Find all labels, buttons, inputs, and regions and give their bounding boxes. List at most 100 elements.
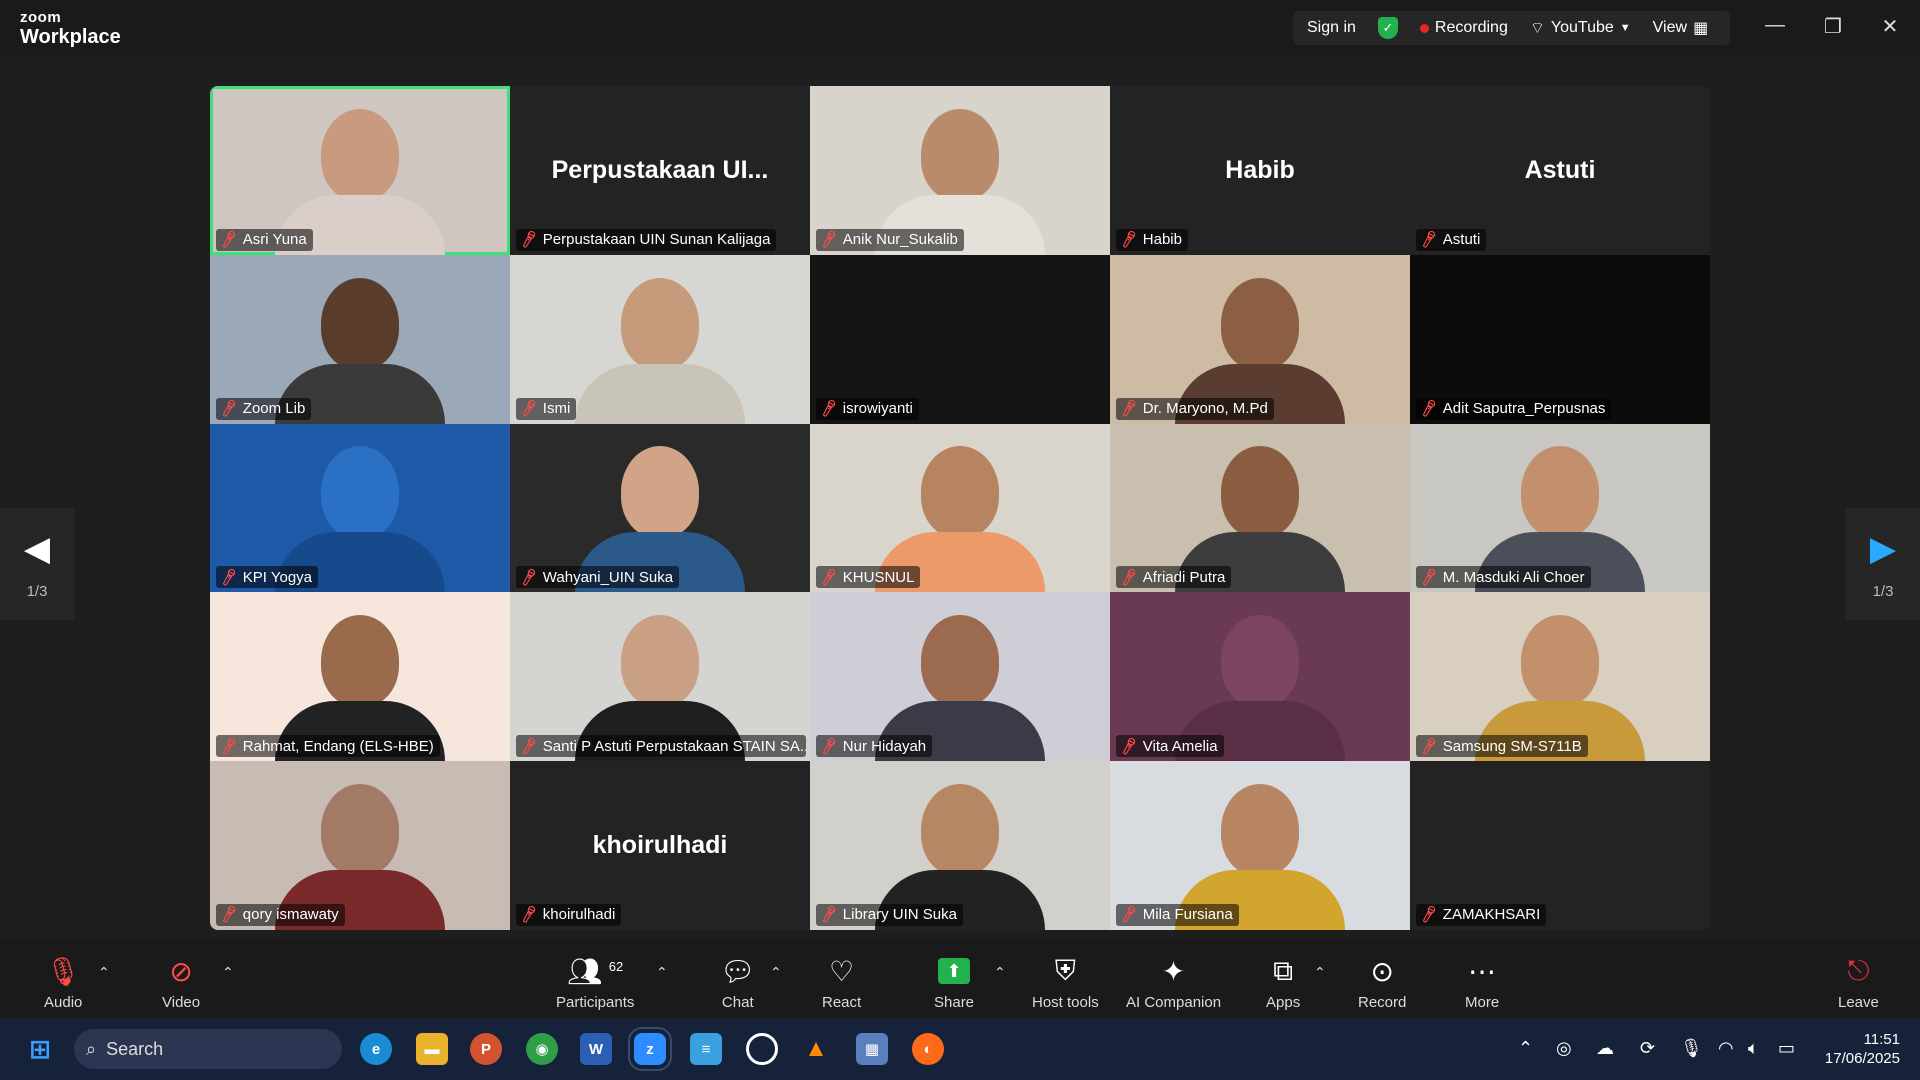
calendar-app-icon[interactable]: ▦ — [856, 1033, 888, 1065]
zoom-taskbar-icon[interactable]: z — [628, 1027, 672, 1071]
wifi-icon[interactable]: ◠ — [1718, 1038, 1734, 1059]
participant-tile[interactable]: 🎤︎ Zoom Lib — [210, 254, 510, 424]
participant-tile[interactable]: 🎤︎ KHUSNUL — [810, 423, 1110, 593]
previous-page-button[interactable]: ◀ 1/3 — [0, 508, 74, 620]
restore-icon[interactable]: ❐ — [1818, 14, 1848, 39]
participant-tile[interactable]: 🎤︎ ZAMAKHSARI — [1410, 761, 1710, 930]
chat-label: Chat — [721, 994, 754, 1011]
edge-icon[interactable]: e — [360, 1033, 392, 1065]
participants-button[interactable]: 👥︎ 62 Participants — [556, 954, 635, 1012]
share-caret-icon[interactable]: ⌃ — [994, 964, 1006, 981]
obs-icon[interactable] — [746, 1033, 778, 1065]
participant-name: qory ismawaty — [242, 906, 339, 924]
record-button[interactable]: ⊙ Record — [1358, 954, 1406, 1012]
participant-name-label: 🎤︎ Library UIN Suka — [816, 903, 963, 926]
next-page-button[interactable]: ▶ 1/3 — [1846, 508, 1920, 620]
taskbar-clock[interactable]: 11:51 17/06/2025 — [1825, 1030, 1900, 1068]
participant-tile[interactable]: 🎤︎ Anik Nur_Sukalib — [810, 86, 1110, 255]
vlc-icon[interactable]: ▲ — [800, 1033, 832, 1065]
sign-in-button[interactable]: Sign in — [1307, 19, 1356, 37]
muted-microphone-icon: 🎤︎ — [1418, 904, 1440, 925]
participant-tile[interactable]: 🎤︎ Mila Fursiana — [1110, 761, 1410, 930]
participants-label: Participants — [556, 994, 635, 1011]
broadcast-icon: ⌔ — [1529, 20, 1545, 37]
share-button[interactable]: ⬆ Share — [934, 954, 974, 1011]
leave-button[interactable]: ⎋ Leave — [1838, 954, 1879, 1012]
participant-tile[interactable]: 🎤︎ Dr. Maryono, M.Pd — [1110, 254, 1410, 424]
cloud-icon[interactable]: ☁ — [1596, 1038, 1614, 1059]
audio-button[interactable]: 🎙︎ Audio — [44, 954, 82, 1012]
powerpoint-icon[interactable]: P — [470, 1033, 502, 1065]
view-button[interactable]: View ▦ — [1653, 18, 1709, 38]
participant-tile[interactable]: 🎤︎ Wahyani_UIN Suka — [510, 423, 810, 593]
ai-companion-button[interactable]: ✦ AI Companion — [1126, 954, 1221, 1012]
tray-overflow-icon[interactable]: ⌃ — [1518, 1038, 1533, 1059]
participant-tile[interactable]: 🎤︎ KPI Yogya — [210, 423, 510, 593]
muted-microphone-icon: 🎤︎ — [218, 229, 240, 250]
participant-name: KHUSNUL — [842, 568, 915, 586]
apps-button[interactable]: ⧉ Apps — [1266, 954, 1300, 1012]
participant-name-label: 🎤︎ ZAMAKHSARI — [1416, 903, 1547, 926]
participant-tile[interactable]: 🎤︎ Asri Yuna — [210, 86, 510, 255]
chat-button[interactable]: 💬︎ Chat — [720, 954, 756, 1012]
participant-tile[interactable]: Habib 🎤︎ Habib — [1110, 86, 1410, 255]
more-button[interactable]: ⋯ More — [1465, 954, 1499, 1012]
participant-name: ZAMAKHSARI — [1442, 906, 1541, 924]
apps-caret-icon[interactable]: ⌃ — [1314, 964, 1326, 981]
host-tools-button[interactable]: ⛨ Host tools — [1032, 954, 1099, 1012]
host-tools-label: Host tools — [1032, 994, 1099, 1011]
recording-indicator[interactable]: Recording — [1419, 19, 1508, 37]
volume-icon[interactable]: 🔈︎ — [1748, 1038, 1759, 1059]
microphone-tray-icon[interactable]: 🎙︎ — [1680, 1038, 1703, 1059]
video-options-caret-icon[interactable]: ⌃ — [222, 964, 234, 981]
firefox-icon[interactable]: ◐ — [912, 1033, 944, 1065]
participant-tile[interactable]: 🎤︎ M. Masduki Ali Choer — [1410, 423, 1710, 593]
minimize-icon[interactable]: — — [1760, 14, 1790, 37]
participant-tile[interactable]: khoirulhadi 🎤︎ khoirulhadi — [510, 761, 810, 930]
participant-tile[interactable]: 🎤︎ Library UIN Suka — [810, 761, 1110, 930]
participants-caret-icon[interactable]: ⌃ — [656, 964, 668, 981]
audio-options-caret-icon[interactable]: ⌃ — [98, 964, 110, 981]
participant-name: Library UIN Suka — [842, 906, 957, 924]
participant-name: Astuti — [1442, 231, 1481, 249]
participant-tile[interactable]: 🎤︎ isrowiyanti — [810, 254, 1110, 424]
muted-microphone-icon: 🎤︎ — [818, 566, 840, 587]
obs-tray-icon[interactable]: ◎ — [1556, 1038, 1572, 1059]
participant-display-name: Astuti — [1524, 156, 1596, 184]
taskbar-search[interactable]: ⌕ Search — [74, 1029, 342, 1069]
muted-microphone-icon: 🎤︎ — [218, 398, 240, 419]
participant-name-label: 🎤︎ Samsung SM-S711B — [1416, 735, 1588, 758]
chat-caret-icon[interactable]: ⌃ — [770, 964, 782, 981]
chrome-icon[interactable]: ◉ — [526, 1033, 558, 1065]
participant-tile[interactable]: 🎤︎ Afriadi Putra — [1110, 423, 1410, 593]
windows-start-icon[interactable]: ⊞ — [24, 1033, 56, 1065]
participant-tile[interactable]: 🎤︎ Ismi — [510, 254, 810, 424]
participant-tile[interactable]: Astuti 🎤︎ Astuti — [1410, 86, 1710, 255]
encryption-shield-icon[interactable]: ✓ — [1377, 17, 1398, 39]
participant-tile[interactable]: 🎤︎ Samsung SM-S711B — [1410, 592, 1710, 762]
camera-off-icon: ⊘ — [169, 955, 193, 987]
video-button[interactable]: ⊘ Video — [162, 954, 200, 1012]
sync-icon[interactable]: ⟳ — [1640, 1038, 1655, 1059]
participant-video — [575, 277, 745, 424]
youtube-stream-button[interactable]: ⌔ YouTube ▼ — [1530, 18, 1631, 38]
participant-name-label: 🎤︎ Santi P Astuti Perpustakaan STAIN SA..… — [516, 735, 806, 758]
participant-tile[interactable]: Perpustakaan UI... 🎤︎ Perpustakaan UIN Sun… — [510, 86, 810, 255]
participant-name-label: 🎤︎ Mila Fursiana — [1116, 903, 1239, 926]
participant-name: Ismi — [542, 400, 571, 418]
participant-display-name: Habib — [1225, 156, 1295, 184]
participant-tile[interactable]: 🎤︎ qory ismawaty — [210, 761, 510, 930]
participant-tile[interactable]: 🎤︎ Rahmat, Endang (ELS-HBE) — [210, 592, 510, 762]
participant-name: Vita Amelia — [1142, 737, 1218, 755]
battery-icon[interactable]: ▭ — [1778, 1038, 1795, 1059]
file-explorer-icon[interactable]: ▬ — [416, 1033, 448, 1065]
react-button[interactable]: ♡ React — [822, 954, 861, 1012]
participant-tile[interactable]: 🎤︎ Nur Hidayah — [810, 592, 1110, 762]
participant-tile[interactable]: 🎤︎ Santi P Astuti Perpustakaan STAIN SA..… — [510, 592, 810, 762]
notepad-icon[interactable]: ≡ — [690, 1033, 722, 1065]
participant-tile[interactable]: 🎤︎ Vita Amelia — [1110, 592, 1410, 762]
share-screen-icon: ⬆ — [938, 954, 971, 988]
close-icon[interactable]: ✕ — [1875, 14, 1905, 39]
participant-tile[interactable]: 🎤︎ Adit Saputra_Perpusnas — [1410, 254, 1710, 424]
word-icon[interactable]: W — [580, 1033, 612, 1065]
